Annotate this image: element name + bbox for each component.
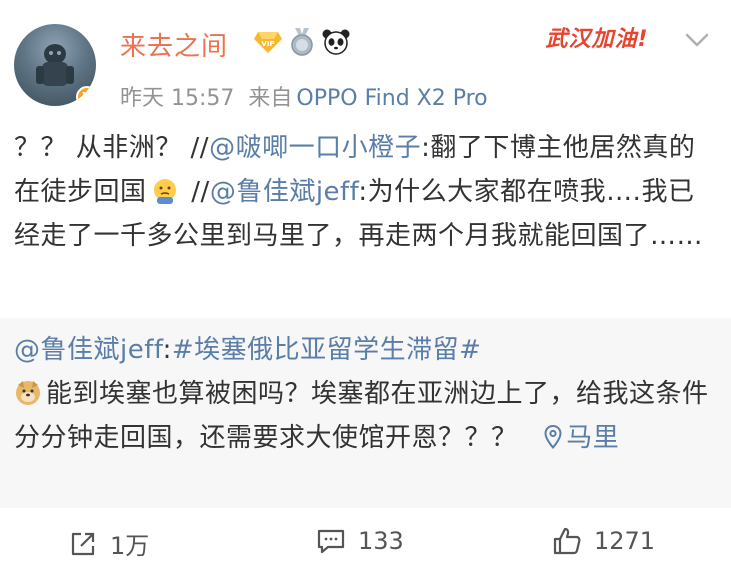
- avatar[interactable]: V: [14, 24, 96, 106]
- doge-emoji-icon: [16, 381, 40, 405]
- svg-text:VIP: VIP: [261, 40, 274, 48]
- location-tag[interactable]: 马里: [544, 423, 619, 453]
- panda-icon[interactable]: [322, 28, 350, 56]
- chevron-down-icon[interactable]: [684, 30, 710, 50]
- repost-count: 1万: [110, 532, 150, 560]
- repost-mention-link[interactable]: @鲁佳斌jeff: [14, 335, 163, 365]
- post-header: V 来去之间 VIP 昨天 15:57 来自 OPPO Find X2 Pro …: [0, 0, 731, 118]
- share-icon: [71, 532, 95, 555]
- comment-count: 133: [358, 527, 404, 555]
- post-content: ？？ 从非洲？ //@啵唧一口小橙子:翻了下博主他居然真的在徒步回国 //@鲁佳…: [14, 126, 714, 258]
- thumbs-up-icon: [553, 527, 581, 555]
- content-text: //: [182, 177, 210, 207]
- comment-button[interactable]: 133: [316, 526, 404, 556]
- post-meta: 昨天 15:57 来自 OPPO Find X2 Pro: [120, 80, 502, 112]
- mention-link[interactable]: @啵唧一口小橙子: [209, 133, 421, 163]
- mention-link[interactable]: @鲁佳斌jeff: [210, 177, 359, 207]
- post-device[interactable]: OPPO Find X2 Pro: [296, 86, 487, 111]
- vip-diamond-icon[interactable]: VIP: [254, 28, 282, 56]
- topic-link[interactable]: #埃塞俄比亚留学生滞留#: [172, 335, 482, 365]
- repost-separator: :: [162, 335, 172, 365]
- robot-avatar-icon: [36, 44, 74, 86]
- medal-icon[interactable]: [288, 28, 316, 56]
- repost-text: @鲁佳斌jeff:#埃塞俄比亚留学生滞留# 能到埃塞也算被困吗？埃塞都在亚洲边上…: [14, 328, 714, 460]
- post-source-prefix: 来自: [248, 86, 293, 111]
- thinking-emoji-icon: [153, 179, 176, 204]
- post-timestamp: 昨天 15:57: [120, 86, 235, 111]
- like-count: 1271: [594, 527, 656, 555]
- comment-icon: [317, 529, 345, 554]
- verified-badge-icon: V: [76, 86, 96, 106]
- action-bar: 1万 133 1271: [0, 508, 731, 574]
- content-text: ？？ 从非洲？ //: [14, 133, 210, 163]
- reposted-content[interactable]: @鲁佳斌jeff:#埃塞俄比亚留学生滞留# 能到埃塞也算被困吗？埃塞都在亚洲边上…: [0, 318, 731, 508]
- location-label: 马里: [566, 423, 620, 453]
- like-button[interactable]: 1271: [552, 526, 655, 556]
- repost-button[interactable]: 1万: [68, 526, 149, 561]
- username[interactable]: 来去之间: [120, 26, 228, 63]
- location-pin-icon: [544, 424, 562, 450]
- wuhan-banner: 武汉加油!: [522, 18, 672, 56]
- user-badges: VIP: [254, 28, 350, 56]
